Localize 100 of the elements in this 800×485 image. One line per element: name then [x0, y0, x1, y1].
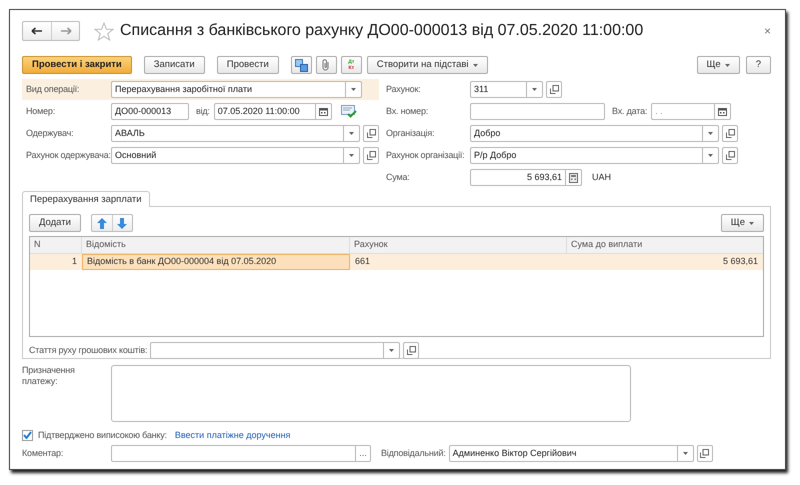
- field-label: Сума:: [386, 172, 411, 183]
- caret-icon: [708, 154, 713, 157]
- dropdown-button[interactable]: [703, 147, 719, 164]
- field-label: Відповідальний:: [381, 448, 446, 459]
- select-field[interactable]: Основний: [111, 147, 344, 164]
- close-button[interactable]: ×: [764, 24, 771, 38]
- toolbar-button[interactable]: Провести: [216, 56, 279, 74]
- add-button[interactable]: Додати: [29, 214, 81, 232]
- field-label: Рахунок організації:: [386, 150, 466, 161]
- column-header[interactable]: Сума до виплати: [567, 237, 763, 253]
- field-label: Одержувач:: [25, 128, 74, 139]
- column-header[interactable]: N: [30, 237, 82, 253]
- dropdown-button[interactable]: [678, 445, 694, 462]
- field-label: Рахунок:: [386, 84, 422, 95]
- field-label: Вид операції:: [25, 84, 80, 95]
- caret-icon: [724, 64, 730, 66]
- table-cell: Відомість в банк ДО00-000004 від 07.05.2020: [82, 254, 350, 270]
- calendar-icon: [718, 107, 728, 116]
- caret-icon: [682, 452, 688, 455]
- calendar-icon: [318, 107, 328, 116]
- comment-field[interactable]: [111, 445, 356, 462]
- dropdown-button[interactable]: [703, 125, 719, 142]
- dropdown-button[interactable]: [346, 81, 362, 98]
- menu-button[interactable]: Створити на підставі: [366, 56, 488, 74]
- table-row[interactable]: 1 Відомість в банк ДО00-000004 від 07.05.2020 661 5 693,61: [30, 254, 763, 270]
- open-button[interactable]: [722, 147, 738, 164]
- select-field[interactable]: АВАЛЬ: [111, 125, 344, 142]
- field-label: Призначення платежу:: [22, 365, 76, 388]
- currency-label: UAH: [592, 172, 612, 183]
- open-button[interactable]: [363, 147, 379, 164]
- open-window-icon: [726, 129, 734, 138]
- open-window-icon: [366, 129, 376, 138]
- field-label: Рахунок одержувача:: [25, 150, 111, 161]
- select-field[interactable]: Админенко Віктор Сергійович: [448, 445, 678, 462]
- ellipsis-button[interactable]: ...: [356, 445, 371, 462]
- calculator-button[interactable]: [566, 169, 582, 186]
- caret-icon: [351, 88, 356, 91]
- text-field[interactable]: [470, 103, 605, 120]
- checkmark-icon: [23, 431, 32, 439]
- open-button[interactable]: [696, 445, 713, 462]
- caret-icon: [349, 154, 354, 157]
- back-arrow-icon: [31, 27, 43, 35]
- help-button[interactable]: ?: [746, 56, 771, 74]
- dropdown-button[interactable]: [344, 147, 360, 164]
- field-label: Номер:: [25, 106, 56, 117]
- open-button[interactable]: [363, 125, 379, 142]
- forward-arrow-icon: [60, 27, 72, 35]
- date-field[interactable]: 07.05.2020 11:00:00: [214, 103, 316, 120]
- open-button[interactable]: [722, 125, 738, 142]
- select-field[interactable]: Добро: [470, 125, 703, 142]
- calculator-icon: [569, 172, 578, 182]
- caret-icon: [532, 88, 537, 91]
- column-header[interactable]: Рахунок: [350, 237, 567, 253]
- field-label: від:: [196, 106, 210, 117]
- caret-icon: [708, 132, 713, 135]
- payment-purpose-field[interactable]: [111, 365, 631, 422]
- post-and-close-button[interactable]: Провести і закрити: [22, 56, 132, 74]
- calendar-button[interactable]: [316, 103, 332, 120]
- select-field[interactable]: Р/р Добро: [470, 147, 703, 164]
- window-title: Списання з банківського рахунку ДО00-000013 від 07.05.2020 11:00:00: [120, 21, 644, 41]
- caret-icon: [349, 132, 354, 135]
- table-cell-text: 661: [354, 255, 372, 268]
- open-button[interactable]: [546, 81, 562, 98]
- select-field[interactable]: [150, 342, 384, 359]
- open-button[interactable]: [403, 342, 419, 359]
- arrow-up-icon: [96, 218, 107, 228]
- dropdown-button[interactable]: [527, 81, 543, 98]
- dropdown-button[interactable]: [344, 125, 360, 142]
- field-label: Організація:: [386, 128, 436, 139]
- field-label: Стаття руху грошових коштів:: [29, 345, 148, 356]
- open-window-icon: [550, 85, 558, 94]
- checkbox[interactable]: [22, 430, 33, 440]
- link[interactable]: Ввести платіжне доручення: [174, 430, 290, 440]
- caret-icon: [472, 64, 478, 66]
- paperclip-icon: [321, 59, 332, 71]
- blocks-icon: [294, 58, 308, 72]
- dropdown-button[interactable]: [384, 342, 400, 359]
- menu-button[interactable]: Ще: [696, 56, 740, 74]
- amount-field[interactable]: 5 693,61: [470, 169, 566, 186]
- field-label: Вх. дата:: [612, 106, 648, 117]
- text-field[interactable]: ДО00-000013: [111, 103, 189, 120]
- document-check-icon: [340, 105, 357, 118]
- select-field[interactable]: Перерахування заробітної плати: [111, 81, 346, 98]
- table-cell-text: 5 693,61: [722, 255, 759, 268]
- structure-button[interactable]: [290, 56, 312, 74]
- tab[interactable]: Перерахування зарплати: [22, 191, 150, 207]
- menu-button[interactable]: Ще: [720, 214, 764, 232]
- checkbox-label: Підтверджено виписокою банку:: [38, 430, 167, 440]
- calendar-button[interactable]: [715, 103, 732, 120]
- column-header[interactable]: Відомість: [82, 237, 350, 253]
- table-cell-text: 1: [70, 255, 78, 268]
- toolbar-button[interactable]: Записати: [144, 56, 205, 74]
- select-field[interactable]: 311: [470, 81, 527, 98]
- open-window-icon: [726, 151, 734, 160]
- open-window-icon: [700, 449, 710, 458]
- arrow-down-icon: [117, 218, 128, 228]
- star-icon[interactable]: [94, 22, 114, 40]
- field-label: Вх. номер:: [386, 106, 430, 117]
- caret-icon: [389, 349, 394, 352]
- attach-button[interactable]: [316, 56, 337, 74]
